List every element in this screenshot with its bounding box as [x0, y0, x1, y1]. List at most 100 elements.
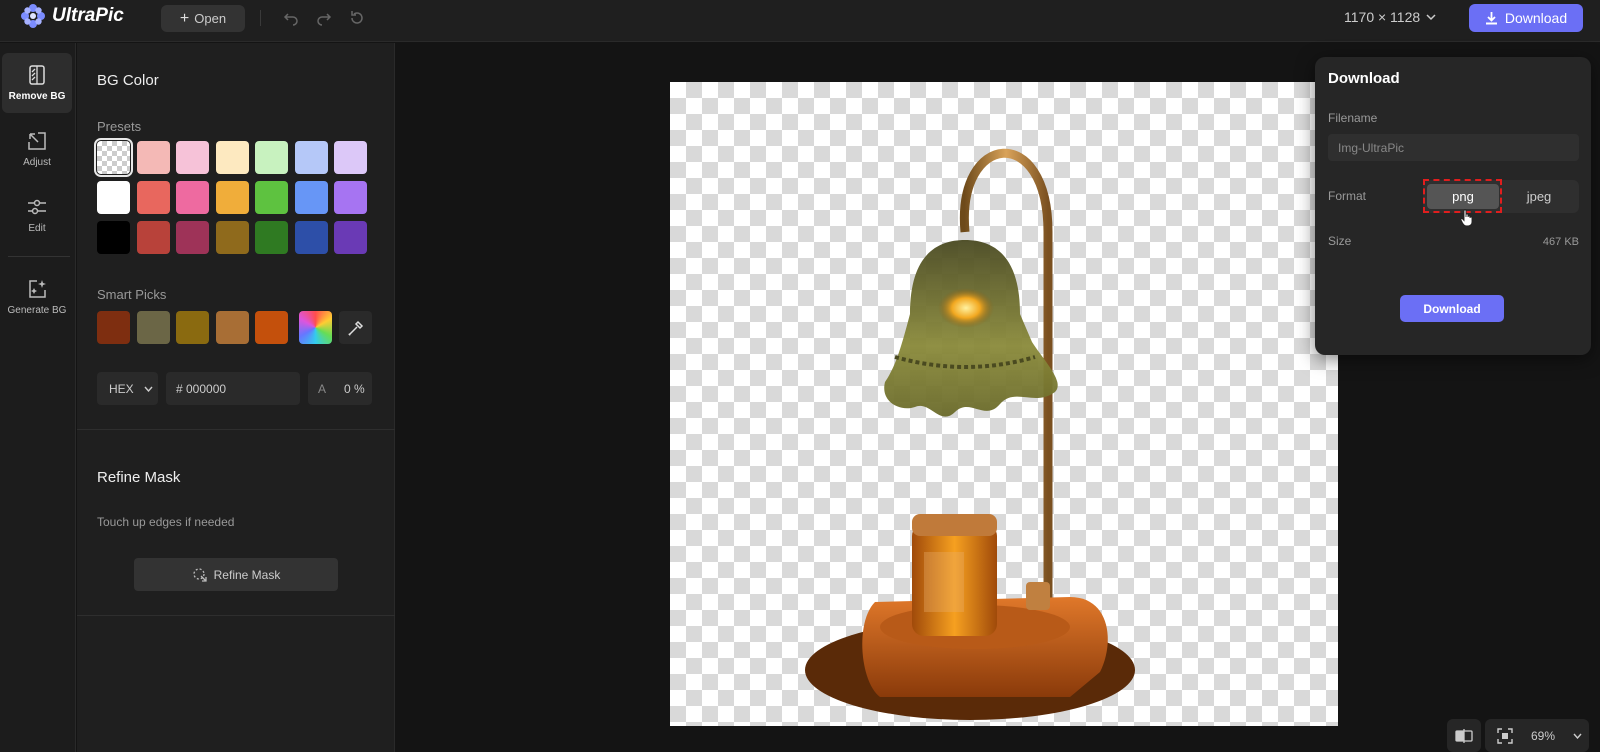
chevron-down-icon — [1426, 14, 1436, 21]
nav-item-adjust[interactable]: Adjust — [2, 119, 72, 179]
nav-item-edit[interactable]: Edit — [2, 185, 72, 245]
hand-cursor-icon — [1460, 209, 1473, 227]
color-format-select[interactable]: HEX — [97, 372, 158, 405]
reset-button[interactable] — [346, 8, 368, 28]
preset-swatch[interactable] — [136, 181, 170, 214]
undo-icon — [283, 13, 298, 26]
filename-label: Filename — [1328, 111, 1378, 125]
generate-bg-icon — [29, 280, 46, 298]
presets-label: Presets — [97, 119, 142, 134]
redo-button[interactable] — [313, 8, 335, 28]
edit-sliders-icon — [28, 199, 46, 215]
toolbar-divider — [260, 10, 261, 26]
refine-mask-title: Refine Mask — [97, 469, 181, 486]
preset-swatch[interactable] — [215, 221, 249, 254]
image-dimensions-dropdown[interactable]: 1170 × 1128 — [1344, 9, 1436, 25]
download-top-label: Download — [1504, 10, 1568, 26]
refine-mask-label: Refine Mask — [213, 567, 281, 582]
hex-input[interactable]: # 000000 — [166, 372, 300, 405]
preset-swatch[interactable] — [294, 221, 328, 254]
preset-swatch[interactable] — [255, 181, 288, 214]
compare-icon — [1455, 728, 1473, 743]
preset-swatch[interactable] — [176, 181, 209, 214]
preset-swatch[interactable] — [294, 181, 328, 214]
preset-swatch[interactable] — [215, 141, 249, 174]
alpha-value: 0 % — [344, 381, 365, 396]
preset-swatch[interactable] — [255, 221, 288, 254]
refine-mask-button[interactable]: Refine Mask — [134, 558, 338, 591]
format-option-jpeg[interactable]: jpeg — [1503, 184, 1575, 209]
zoom-value: 69% — [1531, 728, 1556, 743]
fit-screen-icon — [1497, 727, 1513, 744]
remove-bg-icon — [29, 65, 45, 85]
download-top-button[interactable]: Download — [1469, 4, 1583, 32]
smart-picks-label: Smart Picks — [97, 287, 167, 302]
hex-value: # 000000 — [176, 381, 227, 396]
nav-item-label: Adjust — [23, 157, 51, 168]
preset-swatch[interactable] — [136, 141, 170, 174]
size-label: Size — [1328, 234, 1352, 248]
bg-color-title: BG Color — [97, 72, 159, 89]
eyedropper-icon — [347, 320, 363, 336]
undo-button[interactable] — [280, 8, 302, 28]
filename-placeholder: Img-UltraPic — [1338, 140, 1405, 155]
plus-icon: + — [179, 9, 190, 27]
panel-divider — [77, 615, 395, 616]
candle-warmer-lamp-image — [805, 148, 1135, 720]
preset-swatch[interactable] — [97, 221, 130, 254]
chevron-down-icon — [1573, 733, 1582, 739]
eyedropper-button[interactable] — [339, 311, 372, 344]
download-panel-title: Download — [1328, 70, 1400, 87]
preset-swatch[interactable] — [176, 221, 209, 254]
preset-swatch[interactable] — [97, 181, 130, 214]
chevron-down-icon — [144, 386, 153, 392]
preset-swatch[interactable] — [294, 141, 328, 174]
download-panel: Download Filename Img-UltraPic Format pn… — [1315, 57, 1591, 355]
image-dimensions: 1170 × 1128 — [1344, 9, 1421, 25]
preset-swatch[interactable] — [334, 141, 367, 174]
format-label: Format — [1328, 189, 1367, 203]
app-logo[interactable]: UltraPic — [20, 3, 124, 29]
nav-item-generate-bg[interactable]: Generate BG — [2, 267, 72, 327]
nav-item-remove-bg[interactable]: Remove BG — [2, 53, 72, 113]
smart-pick-swatch[interactable] — [176, 311, 209, 344]
zoom-control[interactable]: 69% — [1485, 719, 1589, 752]
open-button-label: Open — [194, 11, 227, 26]
color-format-value: HEX — [109, 381, 134, 396]
bg-color-panel: BG Color Presets Smart Picks HEX # 00000… — [77, 43, 395, 752]
refine-mask-icon — [192, 567, 207, 582]
nav-item-label: Generate BG — [7, 305, 67, 316]
compare-button[interactable] — [1447, 719, 1481, 752]
color-wheel-button[interactable] — [299, 311, 332, 344]
refine-mask-hint: Touch up edges if needed — [97, 515, 235, 529]
filename-input[interactable]: Img-UltraPic — [1328, 134, 1579, 161]
app-name: UltraPic — [52, 5, 124, 26]
preset-swatch[interactable] — [334, 181, 367, 214]
left-nav: Remove BG Adjust Edit Generate BG — [0, 43, 76, 752]
preset-swatch[interactable] — [136, 221, 170, 254]
format-highlight-box — [1423, 179, 1502, 213]
redo-icon — [317, 13, 332, 26]
download-icon — [1485, 12, 1497, 25]
preset-swatch-transparent[interactable] — [94, 138, 133, 177]
reset-icon — [351, 11, 363, 24]
smart-pick-swatch[interactable] — [255, 311, 288, 344]
smart-pick-swatch[interactable] — [136, 311, 170, 344]
smart-pick-swatch[interactable] — [97, 311, 130, 344]
preset-swatch[interactable] — [215, 181, 249, 214]
nav-item-label: Remove BG — [8, 91, 66, 102]
nav-item-label: Edit — [28, 223, 46, 234]
top-bar: UltraPic + Open 1170 × 1128 Download — [0, 0, 1600, 42]
preset-swatch[interactable] — [176, 141, 209, 174]
smart-pick-swatch[interactable] — [215, 311, 249, 344]
open-button[interactable]: + Open — [161, 5, 245, 32]
ultrapic-logo-icon — [21, 4, 45, 28]
preset-swatch[interactable] — [255, 141, 288, 174]
preset-swatch[interactable] — [334, 221, 367, 254]
image-canvas[interactable] — [670, 82, 1338, 726]
download-button[interactable]: Download — [1400, 295, 1504, 322]
panel-divider — [77, 429, 395, 430]
nav-divider — [8, 256, 70, 257]
alpha-input[interactable]: A 0 % — [308, 372, 372, 405]
alpha-label: A — [318, 381, 327, 396]
